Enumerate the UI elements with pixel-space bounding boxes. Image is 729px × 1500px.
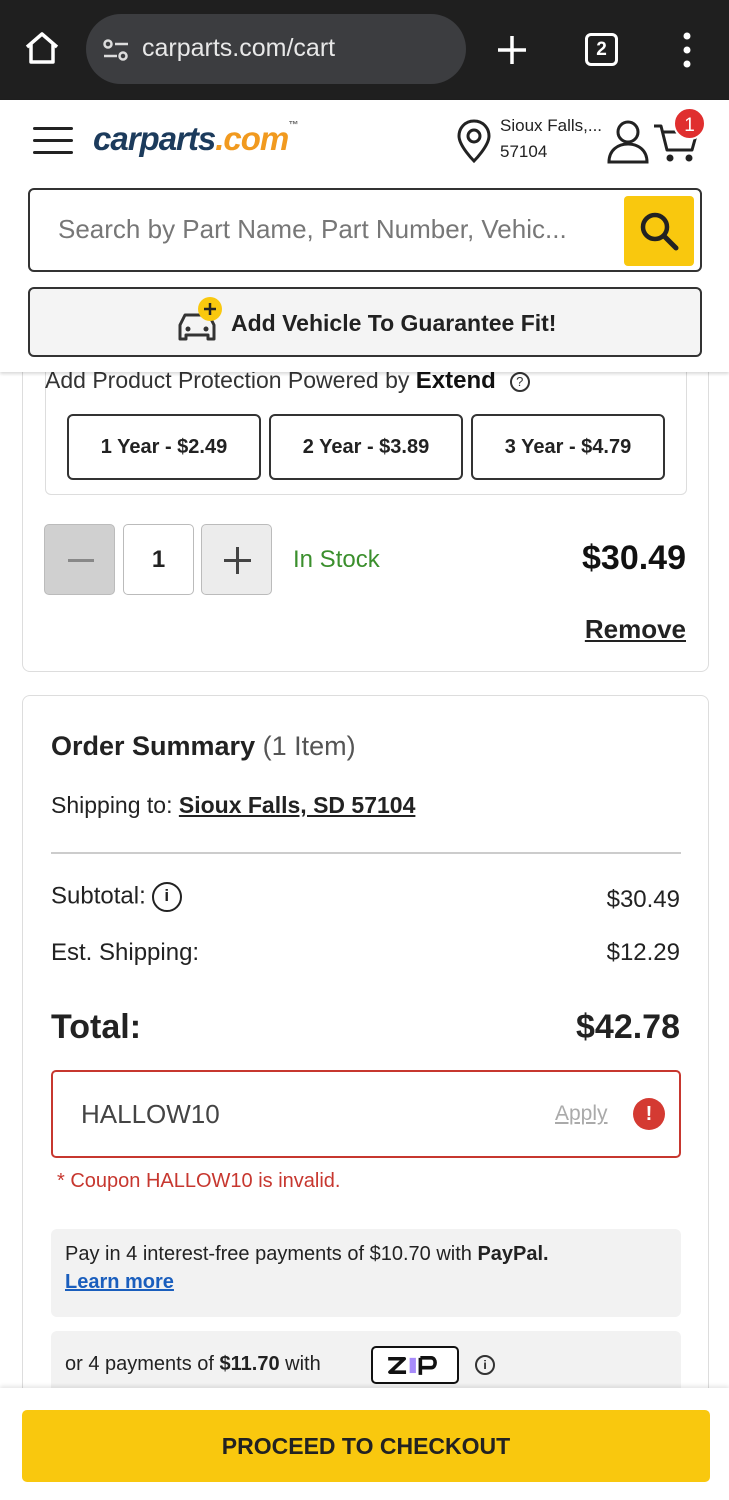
- info-icon[interactable]: i: [151, 882, 182, 912]
- remove-link[interactable]: Remove: [585, 614, 686, 645]
- carparts-logo[interactable]: carparts.com™: [93, 120, 298, 158]
- search-input[interactable]: Search by Part Name, Part Number, Vehic.…: [58, 214, 567, 245]
- order-summary: Order Summary (1 Item) Shipping to: Siou…: [22, 695, 709, 1455]
- error-icon: !: [633, 1098, 665, 1130]
- item-price: $30.49: [582, 539, 686, 577]
- plan-3-year-button[interactable]: 3 Year - $4.79: [471, 414, 665, 480]
- cart-count-badge: 1: [673, 107, 706, 140]
- subtotal-value: $30.49: [606, 886, 680, 913]
- search-button[interactable]: [624, 196, 694, 266]
- learn-more-link[interactable]: Learn more: [65, 1271, 174, 1294]
- paypal-message: Pay in 4 interest-free payments of $10.7…: [65, 1243, 549, 1265]
- site-header: carparts.com™ Sioux Falls,... 57104 1 Se…: [0, 100, 729, 372]
- paypal-installments-box: Pay in 4 interest-free payments of $10.7…: [51, 1229, 681, 1317]
- search-icon: [640, 212, 679, 251]
- location-zip[interactable]: 57104: [500, 142, 547, 162]
- menu-icon[interactable]: [33, 127, 73, 157]
- minus-icon: [68, 559, 94, 562]
- item-count: (1 Item): [262, 731, 356, 761]
- location-pin-icon[interactable]: [456, 118, 492, 164]
- shipping-location-link[interactable]: Sioux Falls, SD 57104: [179, 792, 416, 818]
- stock-status: In Stock: [293, 546, 380, 573]
- shipping-cost-label: Est. Shipping:: [51, 939, 200, 966]
- new-tab-icon[interactable]: [492, 30, 532, 70]
- divider: [51, 852, 681, 854]
- apply-coupon-button[interactable]: Apply: [555, 1102, 608, 1126]
- subtotal-label: Subtotal: i: [51, 882, 182, 912]
- plan-2-year-button[interactable]: 2 Year - $3.89: [269, 414, 463, 480]
- plan-1-year-button[interactable]: 1 Year - $2.49: [67, 414, 261, 480]
- shipping-cost-value: $12.29: [606, 939, 680, 966]
- more-options-icon[interactable]: [678, 30, 696, 70]
- increase-quantity-button[interactable]: [201, 524, 272, 595]
- zip-logo-icon: [371, 1346, 459, 1384]
- total-value: $42.78: [576, 1008, 680, 1046]
- add-vehicle-button[interactable]: Add Vehicle To Guarantee Fit!: [28, 287, 702, 357]
- url-text: carparts.com/cart: [142, 34, 336, 62]
- total-label: Total:: [51, 1008, 142, 1046]
- help-icon[interactable]: ?: [509, 372, 530, 392]
- decrease-quantity-button[interactable]: [44, 524, 115, 595]
- add-vehicle-label: Add Vehicle To Guarantee Fit!: [231, 310, 557, 336]
- zip-info-icon[interactable]: i: [475, 1355, 495, 1375]
- summary-title: Order Summary (1 Item): [51, 731, 356, 761]
- address-bar[interactable]: carparts.com/cart: [86, 14, 466, 84]
- coupon-error-message: * Coupon HALLOW10 is invalid.: [57, 1170, 341, 1192]
- checkout-footer: PROCEED TO CHECKOUT: [0, 1388, 729, 1500]
- coupon-input[interactable]: HALLOW10: [81, 1099, 220, 1130]
- proceed-to-checkout-button[interactable]: PROCEED TO CHECKOUT: [22, 1410, 710, 1482]
- tab-switcher-button[interactable]: 2: [585, 33, 618, 66]
- search-bar[interactable]: Search by Part Name, Part Number, Vehic.…: [28, 188, 702, 272]
- home-icon[interactable]: [22, 28, 62, 68]
- location-city[interactable]: Sioux Falls,...: [500, 116, 602, 136]
- browser-toolbar: carparts.com/cart 2: [0, 0, 729, 100]
- quantity-input[interactable]: 1: [123, 524, 194, 595]
- zip-message: or 4 payments of $11.70 with: [65, 1353, 321, 1375]
- site-settings-icon[interactable]: [102, 36, 130, 64]
- coupon-field[interactable]: HALLOW10 Apply !: [51, 1070, 681, 1158]
- shipping-to: Shipping to: Sioux Falls, SD 57104: [51, 792, 416, 818]
- car-add-icon: [178, 297, 222, 341]
- account-icon[interactable]: [604, 118, 652, 164]
